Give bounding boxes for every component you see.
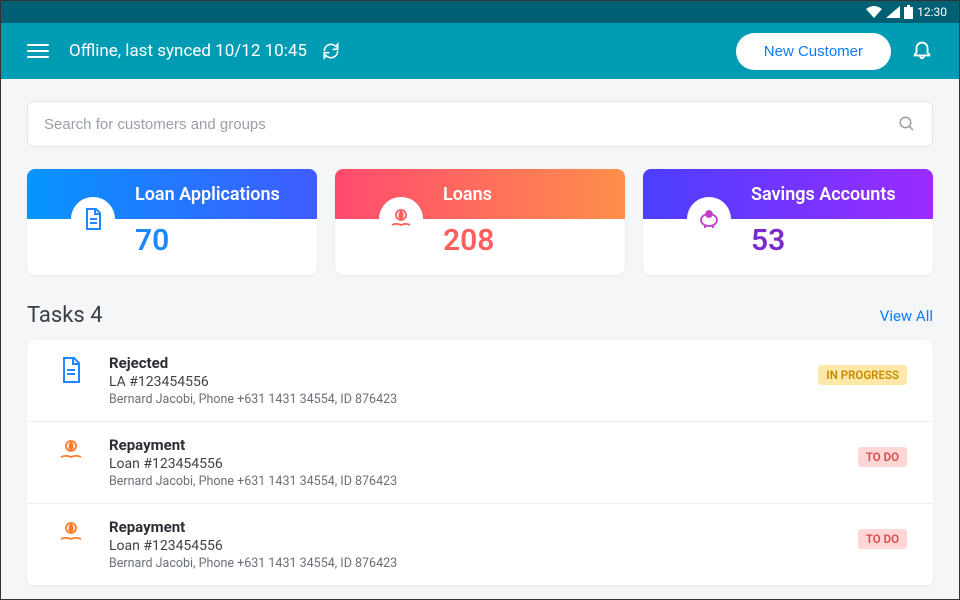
search-input[interactable] [44,116,888,133]
svg-text:$: $ [399,212,403,220]
piggy-bank-icon: $ [687,197,731,241]
card-loans[interactable]: Loans $ 208 [335,169,625,275]
money-hand-icon: $ [53,518,89,546]
sync-icon[interactable] [321,41,341,61]
card-count: 53 [751,223,785,258]
card-title: Savings Accounts [751,184,896,205]
status-badge: TO DO [858,447,907,467]
task-title: Repayment [109,436,838,454]
money-hand-icon: $ [379,197,423,241]
svg-text:$: $ [708,211,711,218]
search-icon [898,115,916,133]
sync-status-text: Offline, last synced 10/12 10:45 [69,41,307,61]
task-row[interactable]: Rejected LA #123454556 Bernard Jacobi, P… [27,340,933,422]
menu-icon[interactable] [21,34,55,68]
task-title: Rejected [109,354,798,372]
task-detail: Bernard Jacobi, Phone +631 1431 34554, I… [109,474,838,489]
money-hand-icon: $ [53,436,89,464]
task-row[interactable]: $ Repayment Loan #123454556 Bernard Jaco… [27,504,933,586]
card-title: Loans [443,184,492,205]
card-count: 70 [135,223,169,258]
card-title: Loan Applications [135,184,280,205]
signal-icon [886,6,900,18]
android-status-bar: 12:30 [1,1,959,23]
notifications-icon[interactable] [905,32,939,70]
task-title: Repayment [109,518,838,536]
status-badge: IN PROGRESS [818,365,907,385]
card-count: 208 [443,223,494,258]
document-icon [71,197,115,241]
view-all-link[interactable]: View All [880,307,933,325]
status-time: 12:30 [917,5,947,19]
wifi-icon [866,6,882,18]
card-savings-accounts[interactable]: Savings Accounts $ 53 [643,169,933,275]
task-row[interactable]: $ Repayment Loan #123454556 Bernard Jaco… [27,422,933,504]
task-detail: Bernard Jacobi, Phone +631 1431 34554, I… [109,392,798,407]
task-sub: LA #123454556 [109,374,798,390]
new-customer-button[interactable]: New Customer [736,33,891,70]
app-bar: Offline, last synced 10/12 10:45 New Cus… [1,23,959,79]
card-loan-applications[interactable]: Loan Applications 70 [27,169,317,275]
svg-text:$: $ [69,443,73,451]
document-icon [53,354,89,384]
svg-text:$: $ [69,525,73,533]
battery-icon [904,5,913,19]
task-sub: Loan #123454556 [109,538,838,554]
status-badge: TO DO [858,529,907,549]
task-list: Rejected LA #123454556 Bernard Jacobi, P… [27,340,933,586]
tasks-heading: Tasks 4 [27,303,103,328]
task-sub: Loan #123454556 [109,456,838,472]
task-detail: Bernard Jacobi, Phone +631 1431 34554, I… [109,556,838,571]
search-box[interactable] [27,101,933,147]
